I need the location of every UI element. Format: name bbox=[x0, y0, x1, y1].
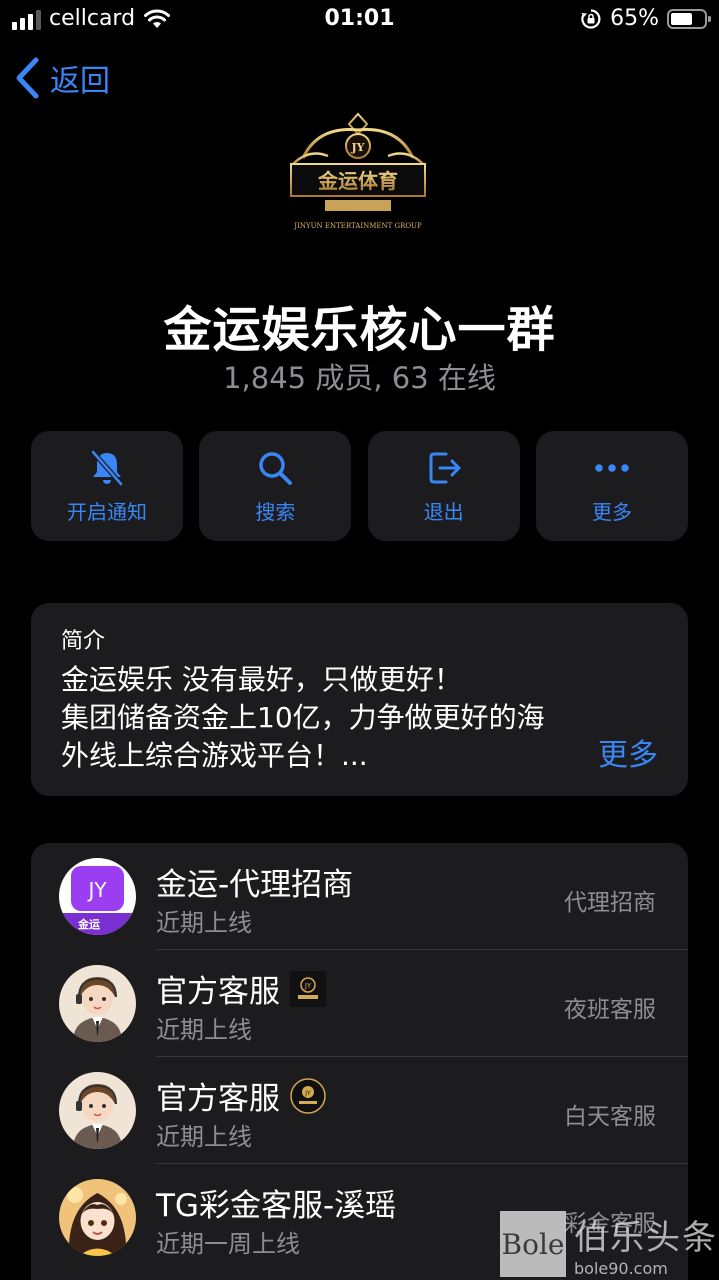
group-title: 金运娱乐核心一群 bbox=[163, 302, 556, 358]
svg-text:JY: JY bbox=[350, 141, 364, 154]
more-dots-icon bbox=[595, 463, 629, 472]
member-name: 官方客服 JY bbox=[156, 966, 326, 1011]
search-label: 搜索 bbox=[255, 499, 296, 524]
bell-slash-icon bbox=[90, 449, 124, 486]
svg-text:金运体育: 金运体育 bbox=[317, 169, 398, 193]
member-count: 1,845 成员, 63 在线 bbox=[223, 361, 496, 395]
back-button[interactable]: 返回 bbox=[14, 56, 110, 100]
group-logo[interactable]: JY 金运体育 JINYUN ENTERTAINMENT GROUP bbox=[283, 108, 433, 233]
anime-girl-icon bbox=[59, 1179, 136, 1256]
watermark: Bole 伯乐头条 bole90.com bbox=[500, 1208, 719, 1280]
leave-button[interactable]: 退出 bbox=[367, 431, 520, 541]
member-name: 金运-代理招商 bbox=[156, 867, 354, 903]
status-right: 65% bbox=[580, 6, 711, 31]
more-button[interactable]: 更多 bbox=[535, 431, 688, 541]
member-name: TG彩金客服-溪瑶 bbox=[156, 1188, 397, 1224]
rotation-lock-icon bbox=[581, 8, 601, 29]
status-bar: cellcard 01:01 65% bbox=[0, 0, 719, 40]
search-button[interactable]: 搜索 bbox=[199, 431, 352, 541]
more-label: 更多 bbox=[591, 499, 632, 524]
member-status: 近期上线 bbox=[156, 909, 252, 937]
intro-text: 金运娱乐 没有最好，只做更好！ 集团储备资金上10亿，力争做更好的海 外线上综合… bbox=[61, 663, 545, 772]
member-status: 近期上线 bbox=[156, 1123, 252, 1151]
list-item[interactable]: 官方客服 JY 近期上线 夜班客服 bbox=[31, 950, 688, 1057]
support-agent-icon bbox=[59, 965, 136, 1042]
intro-heading: 简介 bbox=[61, 629, 106, 654]
list-item[interactable]: JY 金运 金运-代理招商 近期上线 代理招商 bbox=[31, 843, 688, 950]
avatar bbox=[59, 1179, 136, 1256]
leave-label: 退出 bbox=[423, 499, 464, 524]
svg-text:JY: JY bbox=[304, 1090, 311, 1097]
jy-badge-icon: JY bbox=[290, 1077, 326, 1114]
action-bar: 开启通知 搜索 退出 更多 bbox=[31, 431, 688, 541]
svg-text:JINYUN ENTERTAINMENT GROUP: JINYUN ENTERTAINMENT GROUP bbox=[293, 222, 422, 230]
chevron-left-icon bbox=[16, 57, 39, 99]
intro-more-link[interactable]: 更多 bbox=[598, 730, 658, 774]
avatar: JY 金运 bbox=[59, 858, 136, 935]
jy-logo-icon: JY 金运 bbox=[59, 858, 136, 935]
avatar bbox=[59, 965, 136, 1042]
member-role: 夜班客服 bbox=[564, 997, 656, 1023]
member-role: 白天客服 bbox=[564, 1104, 656, 1130]
member-status: 近期一周上线 bbox=[156, 1230, 300, 1258]
support-agent-icon bbox=[59, 1072, 136, 1149]
battery-icon bbox=[667, 8, 711, 29]
svg-text:JY: JY bbox=[86, 878, 107, 902]
group-info-screen: cellcard 01:01 65% 返回 JY 金运体育 JINYUN ENT… bbox=[0, 0, 719, 1280]
search-icon bbox=[259, 451, 293, 485]
member-name: 官方客服 JY bbox=[156, 1073, 326, 1118]
notify-button[interactable]: 开启通知 bbox=[31, 431, 183, 541]
svg-text:JY: JY bbox=[304, 982, 312, 990]
exit-icon bbox=[429, 452, 461, 483]
battery-percent: 65% bbox=[610, 6, 659, 31]
member-role: 代理招商 bbox=[564, 890, 656, 916]
jinyun-logo-icon: JY 金运体育 JINYUN ENTERTAINMENT GROUP bbox=[290, 112, 426, 230]
svg-text:金运: 金运 bbox=[77, 917, 100, 931]
jy-badge-icon: JY bbox=[290, 970, 326, 1007]
notify-label: 开启通知 bbox=[67, 499, 147, 524]
list-item[interactable]: 官方客服 JY 近期上线 白天客服 bbox=[31, 1057, 688, 1164]
member-status: 近期上线 bbox=[156, 1016, 252, 1044]
back-label: 返回 bbox=[50, 64, 110, 99]
avatar bbox=[59, 1072, 136, 1149]
intro-card: 简介 金运娱乐 没有最好，只做更好！ 集团储备资金上10亿，力争做更好的海 外线… bbox=[31, 603, 688, 796]
watermark-logo: Bole bbox=[500, 1211, 566, 1277]
watermark-text: 伯乐头条 bole90.com bbox=[574, 1218, 718, 1278]
